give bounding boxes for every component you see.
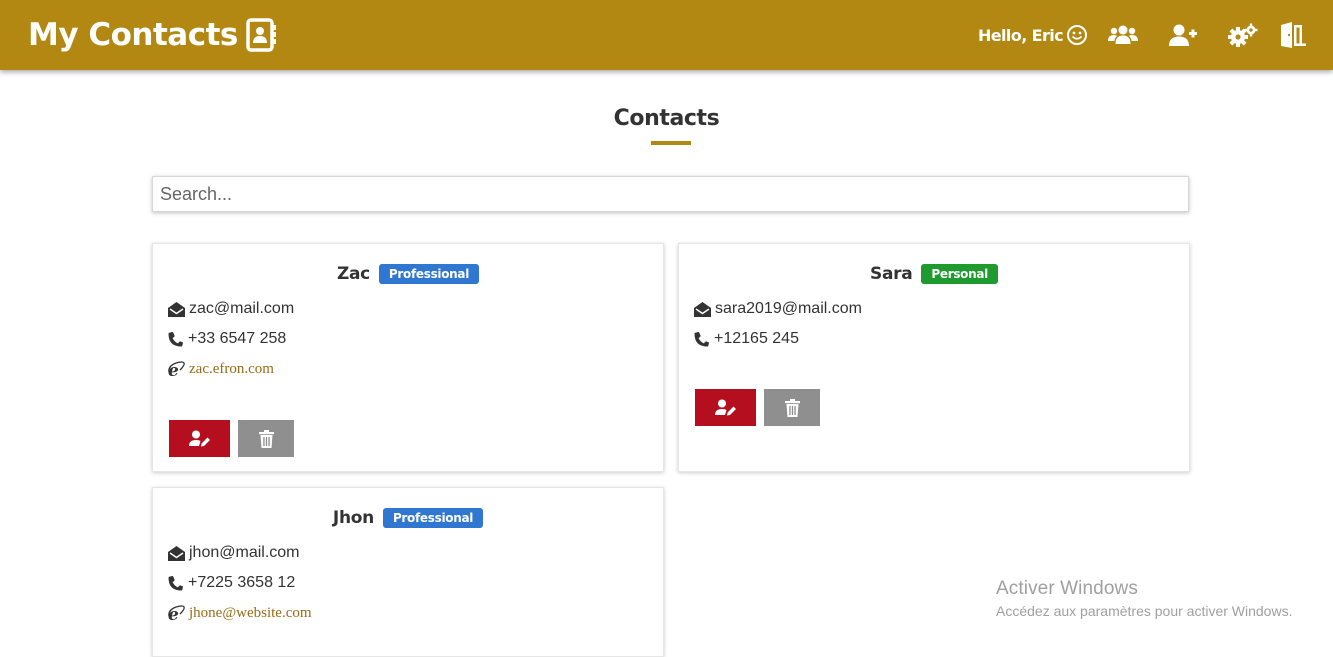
contact-card: Zac Professional zac@mail.com +33 6547 2…	[152, 243, 664, 472]
logout-icon	[1281, 22, 1306, 48]
contact-name: Jhon	[332, 508, 374, 528]
contact-phone: +7225 3658 12	[168, 574, 295, 592]
contacts-link[interactable]	[1108, 20, 1138, 50]
watermark-subtitle: Accédez aux paramètres pour activer Wind…	[996, 603, 1293, 619]
contact-header: Jhon Professional	[153, 508, 663, 528]
brand-link[interactable]: My Contacts	[28, 14, 276, 56]
website-link[interactable]: zac.efron.com	[189, 361, 274, 378]
contact-email: jhon@mail.com	[168, 544, 300, 562]
internet-explorer-icon: e	[168, 605, 185, 622]
user-edit-icon	[714, 399, 736, 416]
phone-text: +12165 245	[714, 330, 799, 347]
edit-contact-button[interactable]	[695, 389, 756, 426]
email-text: zac@mail.com	[189, 300, 295, 317]
phone-icon	[168, 575, 184, 591]
phone-icon	[694, 331, 710, 347]
smile-icon	[1067, 25, 1088, 45]
settings-link[interactable]	[1228, 20, 1258, 50]
email-text: sara2019@mail.com	[715, 300, 862, 317]
delete-contact-button[interactable]	[238, 420, 294, 457]
contact-name: Zac	[336, 264, 370, 284]
contact-type-badge: Professional	[378, 264, 480, 284]
windows-activation-watermark: Activer Windows Accédez aux paramètres p…	[996, 578, 1292, 619]
envelope-open-icon	[168, 301, 185, 317]
search-input[interactable]	[152, 176, 1189, 212]
edit-contact-button[interactable]	[169, 420, 230, 457]
users-icon	[1108, 25, 1138, 44]
title-underline	[651, 141, 691, 145]
user-edit-icon	[188, 430, 210, 447]
contact-card: Sara Personal sara2019@mail.com +12165 2…	[678, 243, 1190, 472]
add-user-icon	[1169, 24, 1197, 46]
page-title: Contacts	[613, 106, 720, 131]
phone-text: +7225 3658 12	[188, 574, 296, 591]
contact-email: zac@mail.com	[168, 300, 294, 318]
delete-contact-button[interactable]	[764, 389, 820, 426]
address-book-icon	[246, 18, 276, 52]
envelope-open-icon	[694, 301, 711, 317]
brand-title: My Contacts	[28, 17, 238, 53]
contact-card: Jhon Professional jhon@mail.com +7225 36…	[152, 487, 664, 657]
user-greeting: Hello, Eric	[978, 22, 1088, 48]
contact-phone: +12165 245	[694, 330, 799, 348]
contact-header: Zac Professional	[153, 264, 663, 284]
add-contact-link[interactable]	[1168, 20, 1198, 50]
logout-link[interactable]	[1278, 20, 1308, 50]
contact-type-badge: Personal	[921, 264, 998, 284]
phone-text: +33 6547 258	[188, 330, 287, 347]
watermark-title: Activer Windows	[996, 578, 1138, 599]
website-link[interactable]: jhone@website.com	[189, 605, 312, 622]
contact-website: e zac.efron.com	[168, 361, 274, 378]
trash-icon	[784, 398, 800, 417]
contact-website: e jhone@website.com	[168, 605, 312, 622]
contact-type-badge: Professional	[382, 508, 484, 528]
greeting-text: Hello, Eric	[978, 25, 1064, 45]
settings-icon	[1228, 23, 1258, 47]
navbar: My Contacts Hello, Eric	[0, 0, 1333, 70]
contact-phone: +33 6547 258	[168, 330, 286, 348]
envelope-open-icon	[168, 545, 185, 561]
contact-email: sara2019@mail.com	[694, 300, 862, 318]
contact-name: Sara	[870, 264, 913, 284]
internet-explorer-icon: e	[168, 361, 185, 378]
email-text: jhon@mail.com	[189, 544, 300, 561]
trash-icon	[258, 429, 274, 448]
contact-header: Sara Personal	[679, 264, 1189, 284]
phone-icon	[168, 331, 184, 347]
